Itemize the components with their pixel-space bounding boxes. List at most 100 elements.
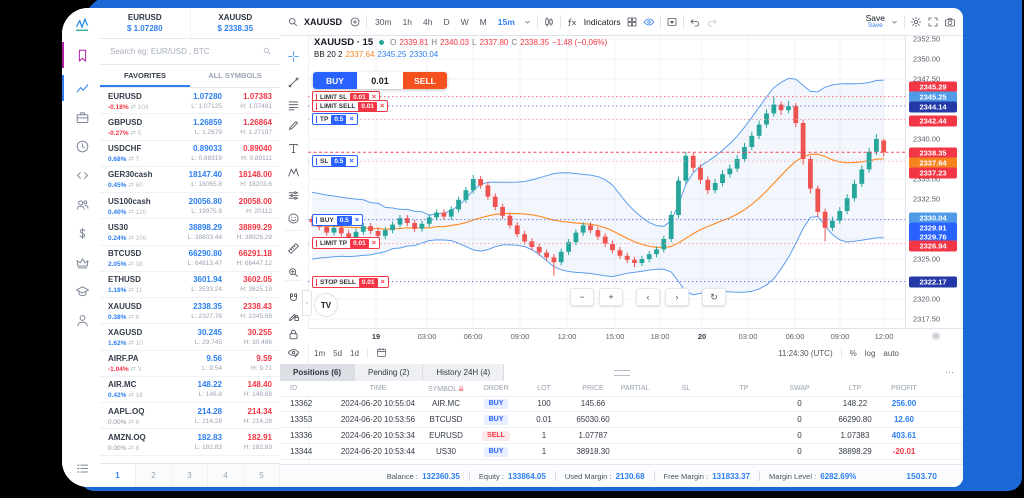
watchlist-row[interactable]: US30 38898.29 38899.29 0.24% ⇄ 100 L: 38803.… (100, 219, 280, 246)
screenshot-camera-icon[interactable] (944, 16, 956, 28)
calendar-icon[interactable] (376, 347, 387, 360)
timeframe-dropdown-icon[interactable] (523, 16, 532, 28)
panel-menu-icon[interactable]: ⋯ (945, 364, 955, 381)
scroll-left-button[interactable]: ‹ (636, 288, 660, 306)
watchlist-row[interactable]: AAPL.OQ 214.28 214.34 0.00% ⇄ 6 L: 214.28 H: … (100, 403, 280, 430)
undo-icon[interactable] (689, 16, 701, 28)
order-tag-sl[interactable]: SL 0.5 × (312, 155, 358, 167)
dollar-icon[interactable] (62, 220, 100, 246)
order-tag-limit-sell[interactable]: LIMIT SELL 0.01 × (312, 100, 389, 112)
tool-pattern-icon[interactable] (280, 162, 307, 183)
timeframe-D[interactable]: D (441, 16, 453, 28)
toolbar-symbol[interactable]: XAUUSD (304, 17, 342, 27)
tab-history[interactable]: History 24H (4) (423, 364, 505, 381)
zoom-out-button[interactable]: − (570, 288, 594, 306)
tool-fib-icon[interactable] (280, 95, 307, 116)
zoom-in-button[interactable]: + (599, 288, 623, 306)
watchlist-row[interactable]: GBPUSD 1.26859 1.26864 -0.27% ⇄ 5 L: 1.2679 H… (100, 114, 280, 141)
replay-icon[interactable] (666, 16, 678, 28)
column-tp[interactable]: TP (716, 385, 772, 392)
close-icon[interactable]: × (372, 239, 376, 247)
watchlist-row[interactable]: ETHUSD 3601.94 3602.05 1.18% ⇄ 11 L: 3533.24… (100, 272, 280, 298)
fullscreen-icon[interactable] (927, 16, 939, 28)
close-icon[interactable]: × (381, 278, 385, 286)
compare-add-icon[interactable] (349, 16, 361, 28)
order-tag-stop-sell[interactable]: STOP SELL 0.01 × (312, 276, 389, 288)
drag-handle-icon[interactable] (316, 278, 317, 286)
pair-tab-xauusd[interactable]: XAUUSD $ 2338.35 (191, 8, 281, 38)
auto-scale-button[interactable]: auto (883, 349, 899, 358)
tab-all-symbols[interactable]: ALL SYMBOLS (190, 65, 280, 87)
settings-gear-icon[interactable] (910, 16, 922, 28)
page-4[interactable]: 4 (208, 464, 244, 487)
time-axis[interactable]: 19 03:00 06:00 09:00 12:00 15:00 18:00 20 03:00 0… (308, 328, 963, 344)
close-icon[interactable]: × (380, 102, 384, 110)
order-tag-tp[interactable]: TP 0.5 × (312, 113, 358, 125)
tool-brush-icon[interactable] (280, 115, 307, 136)
briefcase-icon[interactable] (62, 104, 100, 130)
tab-pending[interactable]: Pending (2) (355, 364, 424, 381)
clock-utc[interactable]: 11:24:30 (UTC) (778, 349, 833, 358)
timeframe-M[interactable]: M (477, 16, 490, 28)
range-1m[interactable]: 1m (314, 349, 325, 358)
sell-button[interactable]: SELL (403, 72, 447, 89)
code-icon[interactable] (62, 162, 100, 188)
timeframe-W[interactable]: W (458, 16, 472, 28)
column-partial[interactable]: PARTIAL (614, 385, 656, 392)
watchlist-row[interactable]: AIRF.PA 9.56 9.59 -1.04% ⇄ 3 L: 9.54 H: 9.71 (100, 351, 280, 377)
column-sl[interactable]: SL (656, 385, 716, 392)
watchlist-row[interactable]: US100cash 20056.80 20058.00 0.40% ⇄ 120 L: 1… (100, 193, 280, 220)
timeframe-4h[interactable]: 4h (420, 16, 435, 28)
log-scale-button[interactable]: log (865, 349, 876, 358)
table-row[interactable]: 13362 2024-06-20 10:55:04 AIR.MC BUY 100 145.… (280, 396, 963, 412)
scroll-right-button[interactable]: › (665, 288, 689, 306)
price-axis[interactable]: 2352.50 2350.00 2347.50 2340.00 2335.00 2332.… (905, 35, 963, 328)
page-2[interactable]: 2 (136, 464, 172, 487)
symbol-search-icon[interactable] (287, 16, 299, 28)
range-1d[interactable]: 1d (350, 349, 359, 358)
profile-icon[interactable] (62, 307, 100, 333)
drag-handle-icon[interactable] (316, 157, 317, 165)
page-5[interactable]: 5 (244, 464, 280, 487)
column-ltp[interactable]: LTP (827, 385, 883, 392)
app-logo-icon[interactable] (62, 12, 100, 38)
close-icon[interactable]: × (349, 157, 353, 165)
tool-hide-drawings-icon[interactable] (280, 342, 307, 363)
page-3[interactable]: 3 (172, 464, 208, 487)
reset-view-button[interactable]: ↻ (702, 288, 726, 306)
column-time[interactable]: TIME (340, 385, 416, 392)
timeframe-1h[interactable]: 1h (400, 16, 415, 28)
redo-icon[interactable] (706, 16, 718, 28)
watchlist-row[interactable]: XAGUSD 30.245 30.255 1.62% ⇄ 10 L: 29.745 H: … (100, 324, 280, 351)
close-icon[interactable]: × (349, 115, 353, 123)
tool-trendline-icon[interactable] (280, 72, 307, 93)
axis-settings-gear-icon[interactable] (931, 331, 941, 343)
drag-handle-icon[interactable] (316, 239, 317, 247)
education-icon[interactable] (62, 278, 100, 304)
tab-favorites[interactable]: FAVORITES (100, 65, 190, 87)
timeframe-active[interactable]: 15m (495, 16, 518, 28)
timeframe-30m[interactable]: 30m (372, 16, 395, 28)
collapse-drawing-toolbar[interactable]: ‹ (302, 290, 312, 316)
chart-style-icon[interactable] (543, 16, 555, 28)
layout-grid-icon[interactable] (626, 16, 638, 28)
watchlist-row[interactable]: EURUSD 1.07280 1.07383 -0.18% ⇄ 103 L: 1.071… (100, 88, 280, 115)
hide-drawings-toggle-icon[interactable] (643, 16, 655, 28)
drag-handle-icon[interactable] (316, 216, 317, 224)
tab-positions[interactable]: Positions (6) (280, 364, 356, 381)
chart-line-icon[interactable] (62, 75, 100, 101)
tool-ruler-icon[interactable] (280, 238, 307, 259)
clock-icon[interactable] (62, 133, 100, 159)
order-tag-limit-tp[interactable]: LIMIT TP 0.01 × (312, 237, 381, 249)
column-symbol[interactable]: SYMBOL⇊ (416, 385, 476, 393)
column-lot[interactable]: LOT (516, 385, 572, 392)
watchlist-row[interactable]: BTCUSD 66290.80 66291.18 2.05% ⇄ 38 L: 64813… (100, 246, 280, 272)
drag-handle-icon[interactable] (316, 115, 317, 123)
buy-button[interactable]: BUY (313, 72, 357, 89)
column-swap[interactable]: SWAP (772, 385, 827, 392)
save-dropdown-icon[interactable] (890, 16, 899, 28)
watchlist-row[interactable]: GER30cash 18147.40 18148.00 0.45% ⇄ 60 L: 18… (100, 167, 280, 193)
drag-handle-icon[interactable] (316, 102, 317, 110)
order-tag-buy[interactable]: BUY 0.5 × (312, 214, 364, 226)
save-button[interactable]: Save Save (866, 13, 885, 30)
